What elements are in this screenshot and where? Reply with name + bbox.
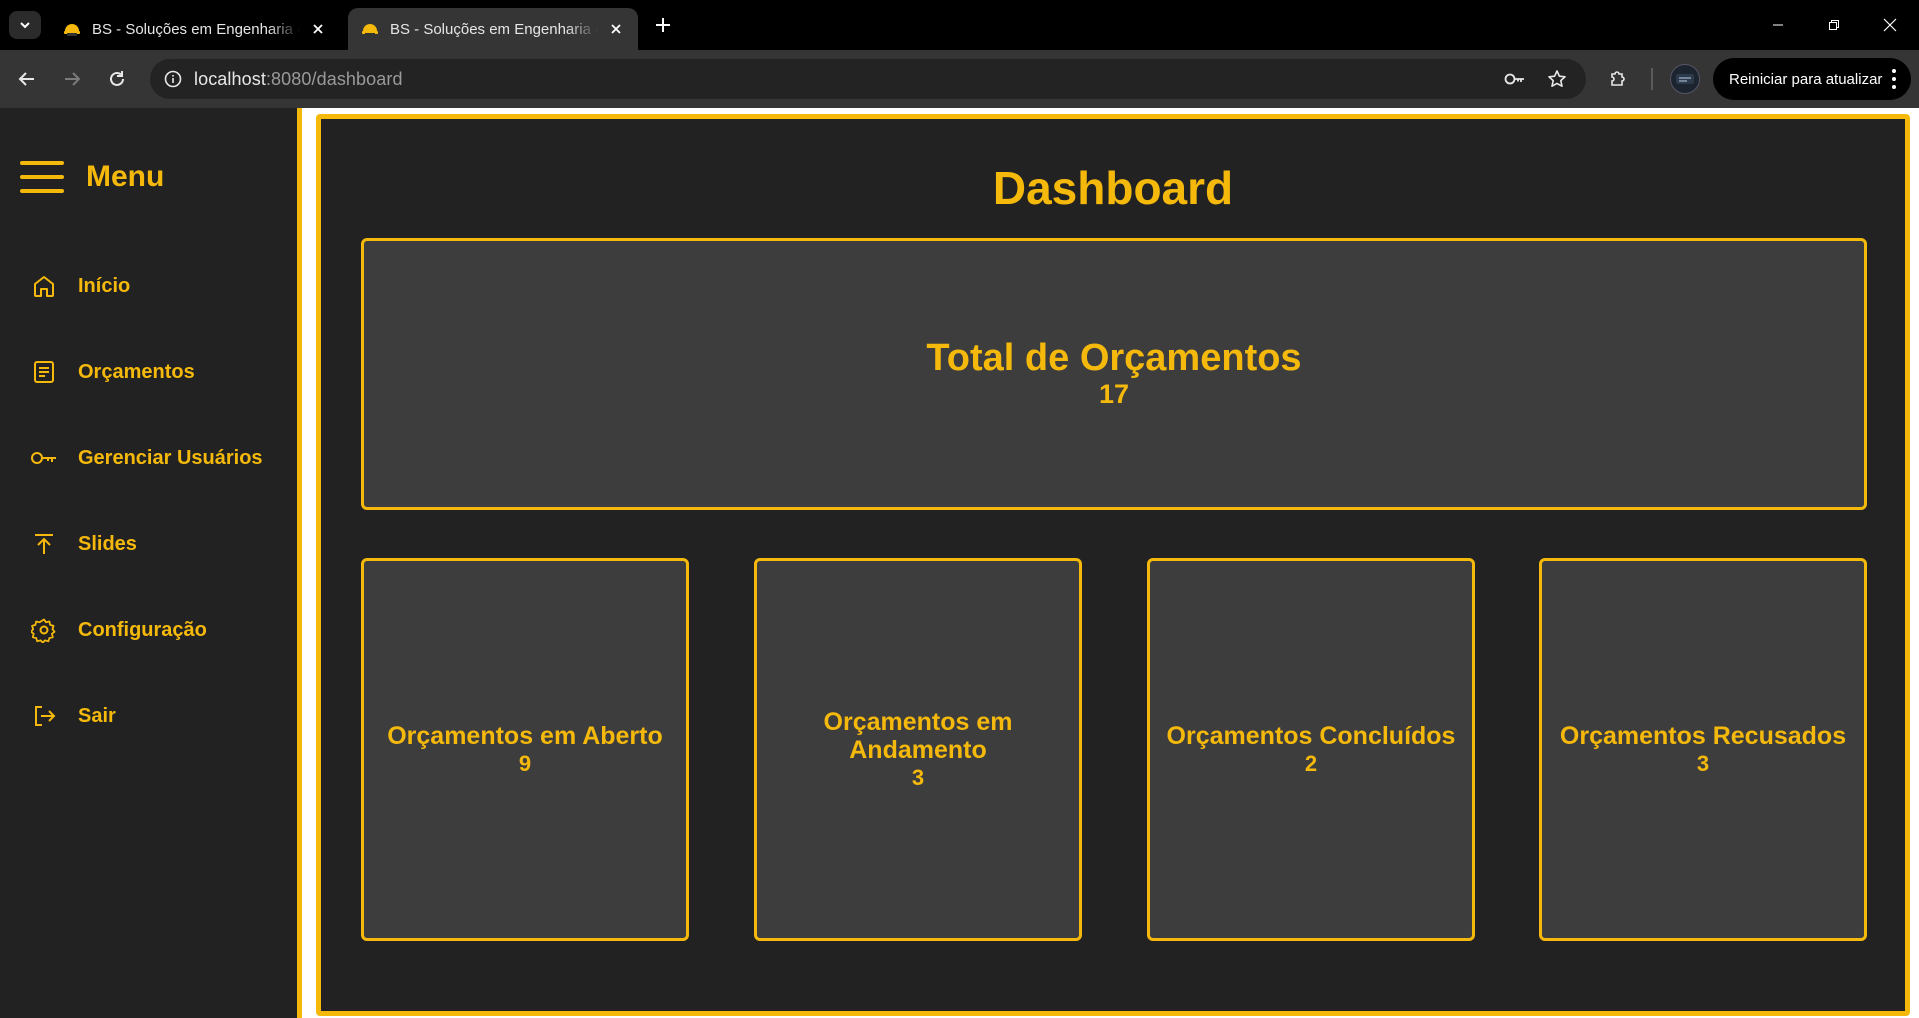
total-budgets-card: Total de Orçamentos 17 — [361, 238, 1867, 510]
url-host: localhost — [194, 68, 266, 89]
chevron-down-icon — [20, 22, 30, 29]
arrow-right-icon — [65, 72, 81, 86]
document-icon — [30, 358, 58, 386]
arrow-left-icon — [18, 72, 34, 86]
card-label: Orçamentos Recusados — [1559, 721, 1847, 750]
restore-button[interactable] — [1806, 0, 1862, 50]
sidebar-item-label: Gerenciar Usuários — [78, 446, 263, 469]
card-value: 3 — [911, 764, 925, 790]
tab-title: BS - Soluções em Engenharia e — [92, 20, 300, 38]
sidebar-item-label: Sair — [78, 704, 116, 727]
hardhat-favicon-icon — [64, 24, 80, 36]
extensions-button[interactable] — [1601, 62, 1635, 96]
card-label: Total de Orçamentos — [926, 337, 1302, 379]
restore-icon — [1829, 20, 1839, 30]
sidebar-item-inicio[interactable]: Início — [30, 271, 130, 301]
back-button[interactable] — [10, 62, 44, 96]
home-icon — [30, 272, 58, 300]
sidebar-item-label: Slides — [78, 532, 137, 555]
address-bar[interactable]: localhost:8080/dashboard — [150, 59, 1586, 99]
card-value: 3 — [1696, 750, 1710, 776]
tab-strip: BS - Soluções em Engenharia e BS - Soluç… — [0, 0, 1919, 50]
menu-header[interactable]: Menu — [20, 160, 164, 194]
hardhat-favicon-icon — [362, 24, 378, 36]
reload-button[interactable] — [100, 62, 134, 96]
page: Menu Início Orçamentos Gerenciar Usuário… — [0, 108, 1919, 1018]
sidebar-item-slides[interactable]: Slides — [30, 529, 137, 559]
puzzle-icon — [1611, 71, 1625, 86]
menu-title: Menu — [86, 160, 165, 193]
refused-budgets-card: Orçamentos Recusados 3 — [1539, 558, 1867, 941]
sidebar-item-label: Configuração — [78, 618, 207, 641]
sidebar-item-configuracao[interactable]: Configuração — [30, 615, 207, 645]
plus-icon — [656, 18, 670, 32]
page-title: Dashboard — [992, 162, 1234, 214]
minimize-icon — [1773, 24, 1783, 26]
tab-close-icon[interactable] — [308, 19, 328, 39]
browser-tab-active[interactable]: BS - Soluções em Engenharia e — [348, 8, 638, 50]
update-button-label: Reiniciar para atualizar — [1729, 70, 1883, 88]
in-progress-budgets-card: Orçamentos em Andamento 3 — [754, 558, 1082, 941]
browser-toolbar: localhost:8080/dashboard — [0, 50, 1919, 108]
sidebar-item-sair[interactable]: Sair — [30, 701, 116, 731]
hamburger-icon[interactable] — [20, 161, 64, 193]
close-icon — [1883, 18, 1897, 32]
gear-icon — [30, 616, 58, 644]
sidebar-item-label: Início — [78, 274, 131, 297]
tab-search-button[interactable] — [9, 11, 41, 39]
tab-close-icon[interactable] — [606, 19, 626, 39]
profile-avatar[interactable] — [1670, 64, 1700, 94]
browser-tab[interactable]: BS - Soluções em Engenharia e — [50, 8, 340, 50]
completed-budgets-card: Orçamentos Concluídos 2 — [1147, 558, 1475, 941]
sidebar-item-orcamentos[interactable]: Orçamentos — [30, 357, 195, 387]
card-value: 17 — [1098, 379, 1130, 409]
avatar-icon — [1676, 74, 1694, 84]
card-value: 2 — [1304, 750, 1318, 776]
sidebar: Menu Início Orçamentos Gerenciar Usuário… — [0, 108, 302, 1018]
sidebar-item-gerenciar-usuarios[interactable]: Gerenciar Usuários — [30, 443, 263, 473]
url-text[interactable]: localhost:8080/dashboard — [194, 69, 403, 90]
browser-menu-icon[interactable] — [1891, 69, 1897, 89]
toolbar-separator — [1651, 68, 1653, 90]
bookmark-star-icon[interactable] — [1542, 64, 1572, 94]
url-path: :8080/dashboard — [265, 68, 403, 89]
open-budgets-card: Orçamentos em Aberto 9 — [361, 558, 689, 941]
site-info-icon[interactable] — [158, 64, 188, 94]
card-value: 9 — [518, 750, 532, 776]
card-label: Orçamentos em Andamento — [823, 707, 1013, 764]
password-key-icon[interactable] — [1500, 64, 1530, 94]
dashboard-panel: Dashboard Total de Orçamentos 17 Orçamen… — [316, 114, 1910, 1016]
sidebar-item-label: Orçamentos — [78, 360, 195, 383]
close-window-button[interactable] — [1862, 0, 1918, 50]
card-label: Orçamentos em Aberto — [387, 721, 663, 750]
reload-icon — [110, 71, 124, 86]
restart-to-update-button[interactable]: Reiniciar para atualizar — [1713, 58, 1911, 100]
card-label: Orçamentos Concluídos — [1166, 721, 1456, 750]
tab-title: BS - Soluções em Engenharia e — [390, 20, 598, 38]
logout-icon — [30, 702, 58, 730]
forward-button[interactable] — [55, 62, 89, 96]
key-icon — [30, 444, 58, 472]
new-tab-button[interactable] — [650, 12, 676, 38]
minimize-button[interactable] — [1750, 0, 1806, 50]
upload-icon — [30, 530, 58, 558]
